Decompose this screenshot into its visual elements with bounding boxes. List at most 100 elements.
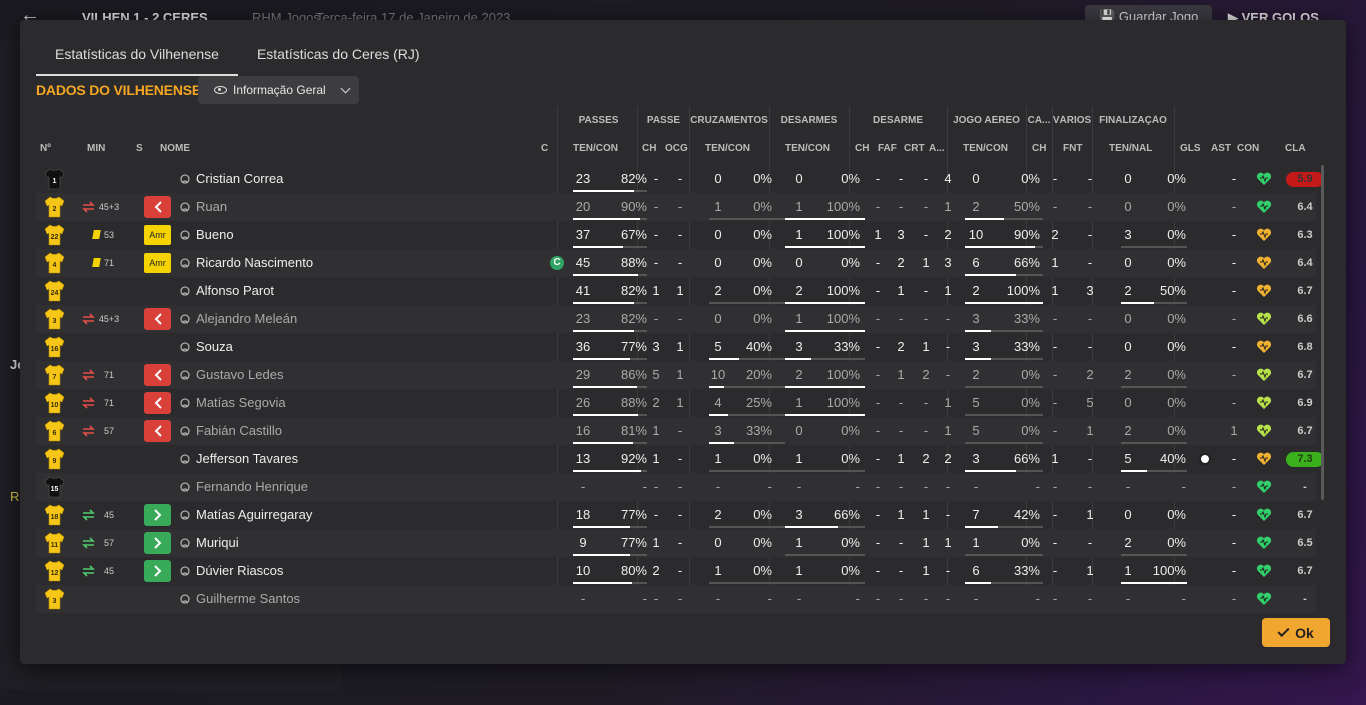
subbed-off-button[interactable] [144, 392, 171, 414]
table-row[interactable]: 22 53 Amr Bueno 37 67% - -0 0% 1 100% 1 3-2 10 90% 2-3 0… [36, 221, 1316, 249]
col-desarme-a[interactable]: A... [929, 143, 945, 154]
subbed-on-button[interactable] [144, 504, 171, 526]
stat-dp: 66% [833, 507, 860, 522]
col-cla[interactable]: CLA [1285, 143, 1306, 154]
col-passe-ch[interactable]: CH [642, 143, 656, 154]
table-row[interactable]: 12 45 Dúvier Riascos 10 80% 2-1 0% 1 0% - -1-6 33% -… [36, 557, 1316, 585]
stat-dp: 100% [826, 395, 860, 410]
condition-heart-icon [1256, 172, 1272, 191]
player-name[interactable]: Ricardo Nascimento [196, 249, 313, 277]
col-num[interactable]: Nº [40, 143, 51, 154]
stat-ast: - [1231, 367, 1237, 382]
match-topbar: ← VILHEN 1 - 2 CERES RHM Jogos Terça-fei… [0, 0, 1366, 29]
player-name[interactable]: Muriqui [196, 529, 239, 557]
table-row[interactable]: 4 71 Amr Ricardo Nascimento C 45 88% - -0 0% 0 0% -2… [36, 249, 1316, 277]
col-des-ten-con[interactable]: TEN/CON [785, 143, 830, 154]
person-icon [180, 286, 190, 296]
table-row[interactable]: 1 Cristian Correa 23 82% - -0 0% 0 0% - - -4 0 0% - -0 0… [36, 165, 1324, 193]
table-row[interactable]: 3 45+3 Alejandro Meleán 23 82% - -0 0% 1 100% - - - -… [36, 305, 1316, 333]
player-name[interactable]: Jefferson Tavares [196, 445, 298, 473]
stat-fa: 5 [1124, 451, 1132, 466]
col-c[interactable]: C [541, 143, 548, 154]
col-varios-fnt[interactable]: FNT [1063, 143, 1082, 154]
col-desarme-faf[interactable]: FAF [878, 143, 897, 154]
stat-faf: 1 [897, 283, 905, 298]
chevron-left-icon [154, 369, 162, 381]
table-row[interactable]: 11 57 Muriqui 9 77% 1-0 0% 1 0% - -1 1 1 0% - -2 0% -6.5 [36, 529, 1316, 557]
stat-fp: - [1181, 591, 1186, 606]
player-name[interactable]: Ruan [196, 193, 227, 221]
col-pass-ten-con[interactable]: TEN/CON [573, 143, 618, 154]
ok-button[interactable]: Ok [1262, 618, 1330, 647]
stat-fa: 0 [1124, 507, 1132, 522]
subbed-on-button[interactable] [144, 532, 171, 554]
group-passe: PASSE [646, 115, 681, 126]
table-row[interactable]: 16 Souza 36 77% 3 1 5 40% 3 33% -2 1-3 33% - -0 0% -6.8 [36, 333, 1316, 361]
col-passe-ocg[interactable]: OCG [665, 143, 688, 154]
chevron-left-icon [154, 425, 162, 437]
player-name[interactable]: Cristian Correa [196, 165, 283, 193]
col-nome[interactable]: NOME [160, 143, 190, 154]
subbed-off-button[interactable] [144, 308, 171, 330]
subbed-off-button[interactable] [144, 420, 171, 442]
stat-aa: 6 [972, 255, 980, 270]
col-gls[interactable]: GLS [1180, 143, 1201, 154]
player-name[interactable]: Gustavo Ledes [196, 361, 283, 389]
table-row[interactable]: 3 Guilherme Santos - - - - - - - - - - - - - - - - - - - - [36, 585, 1316, 613]
player-name[interactable]: Alfonso Parot [196, 277, 274, 305]
player-name[interactable]: Matías Segovia [196, 389, 286, 417]
subbed-on-button[interactable] [144, 560, 171, 582]
minutes-played: 71 [103, 398, 114, 408]
minutes-played: 45+3 [98, 314, 120, 324]
table-row[interactable]: 6 57 Fabián Castillo 16 81% 1-3 33% 0 0% - - -1 5 0% -… [36, 417, 1316, 445]
col-desarme-crt[interactable]: CRT [904, 143, 925, 154]
col-cruz-ten-con[interactable]: TEN/CON [705, 143, 750, 154]
player-name[interactable]: Bueno [196, 221, 234, 249]
stat-dch: - [875, 171, 881, 186]
minutes-played: 71 [103, 370, 114, 380]
stat-pch: - [653, 311, 659, 326]
player-name[interactable]: Matías Aguirregaray [196, 501, 312, 529]
player-name[interactable]: Souza [196, 333, 233, 361]
table-row[interactable]: 2 45+3 Ruan 20 90% - -1 0% 1 100% - - -1 2 50% - -0 0% -6.… [36, 193, 1316, 221]
table-row[interactable]: 15 Fernando Henrique - - - - - - - - - - - - - - - - - - - - [36, 473, 1316, 501]
stat-dA: - [945, 367, 951, 382]
table-row[interactable]: 10 71 Matías Segovia 26 88% 2 1 4 25% 1 100% - - -1 5 0… [36, 389, 1316, 417]
stat-dch: - [875, 591, 881, 606]
player-name[interactable]: Guilherme Santos [196, 585, 300, 613]
player-name[interactable]: Fabián Castillo [196, 417, 282, 445]
tab-vilhenense-stats[interactable]: Estatísticas do Vilhenense [36, 42, 238, 76]
subbed-off-button[interactable] [144, 364, 171, 386]
stat-cch: 2 [1051, 227, 1059, 242]
col-con[interactable]: CON [1237, 143, 1259, 154]
stat-fa: 2 [1124, 283, 1132, 298]
stat-dp: 0% [841, 423, 860, 438]
col-final-ten-nal[interactable]: TEN/NAL [1109, 143, 1152, 154]
table-row[interactable]: 24 Alfonso Parot 41 82% 1 1 2 0% 2 100% -1-1 2 100% 1… [36, 277, 1316, 305]
col-desarme-ch[interactable]: CH [855, 143, 869, 154]
shirt-number-icon: 1 [44, 168, 65, 190]
col-s[interactable]: S [136, 143, 143, 154]
table-scrollbar[interactable] [1321, 165, 1324, 500]
col-min[interactable]: MIN [87, 143, 105, 154]
col-ast[interactable]: AST [1211, 143, 1231, 154]
stat-pch: - [653, 507, 659, 522]
player-name[interactable]: Fernando Henrique [196, 473, 308, 501]
subbed-off-button[interactable] [144, 196, 171, 218]
stat-pa: 10 [575, 563, 591, 578]
table-row[interactable]: 18 45 Matías Aguirregaray 18 77% - -2 0% 3 66% -1 1… [36, 501, 1316, 529]
player-name[interactable]: Dúvier Riascos [196, 557, 283, 585]
stat-ast: - [1231, 591, 1237, 606]
stat-crt: - [923, 479, 929, 494]
goal-ball-icon [1199, 453, 1211, 465]
person-icon [180, 370, 190, 380]
table-row[interactable]: 9 Jefferson Tavares 13 92% 1-1 0% 1 0% -1 2 2 3 66% 1… [36, 445, 1324, 473]
stat-da: 3 [795, 339, 803, 354]
stat-dch: - [875, 451, 881, 466]
tab-ceres-stats[interactable]: Estatísticas do Ceres (RJ) [238, 42, 439, 76]
table-row[interactable]: 7 71 Gustavo Ledes 29 86% 5 1 10 20% 2 100% -1 2-2 0%… [36, 361, 1316, 389]
col-aereo-ten-con[interactable]: TEN/CON [963, 143, 1008, 154]
view-dropdown[interactable]: Informação Geral [198, 76, 359, 104]
col-ca-ch[interactable]: CH [1032, 143, 1046, 154]
player-name[interactable]: Alejandro Meleán [196, 305, 297, 333]
